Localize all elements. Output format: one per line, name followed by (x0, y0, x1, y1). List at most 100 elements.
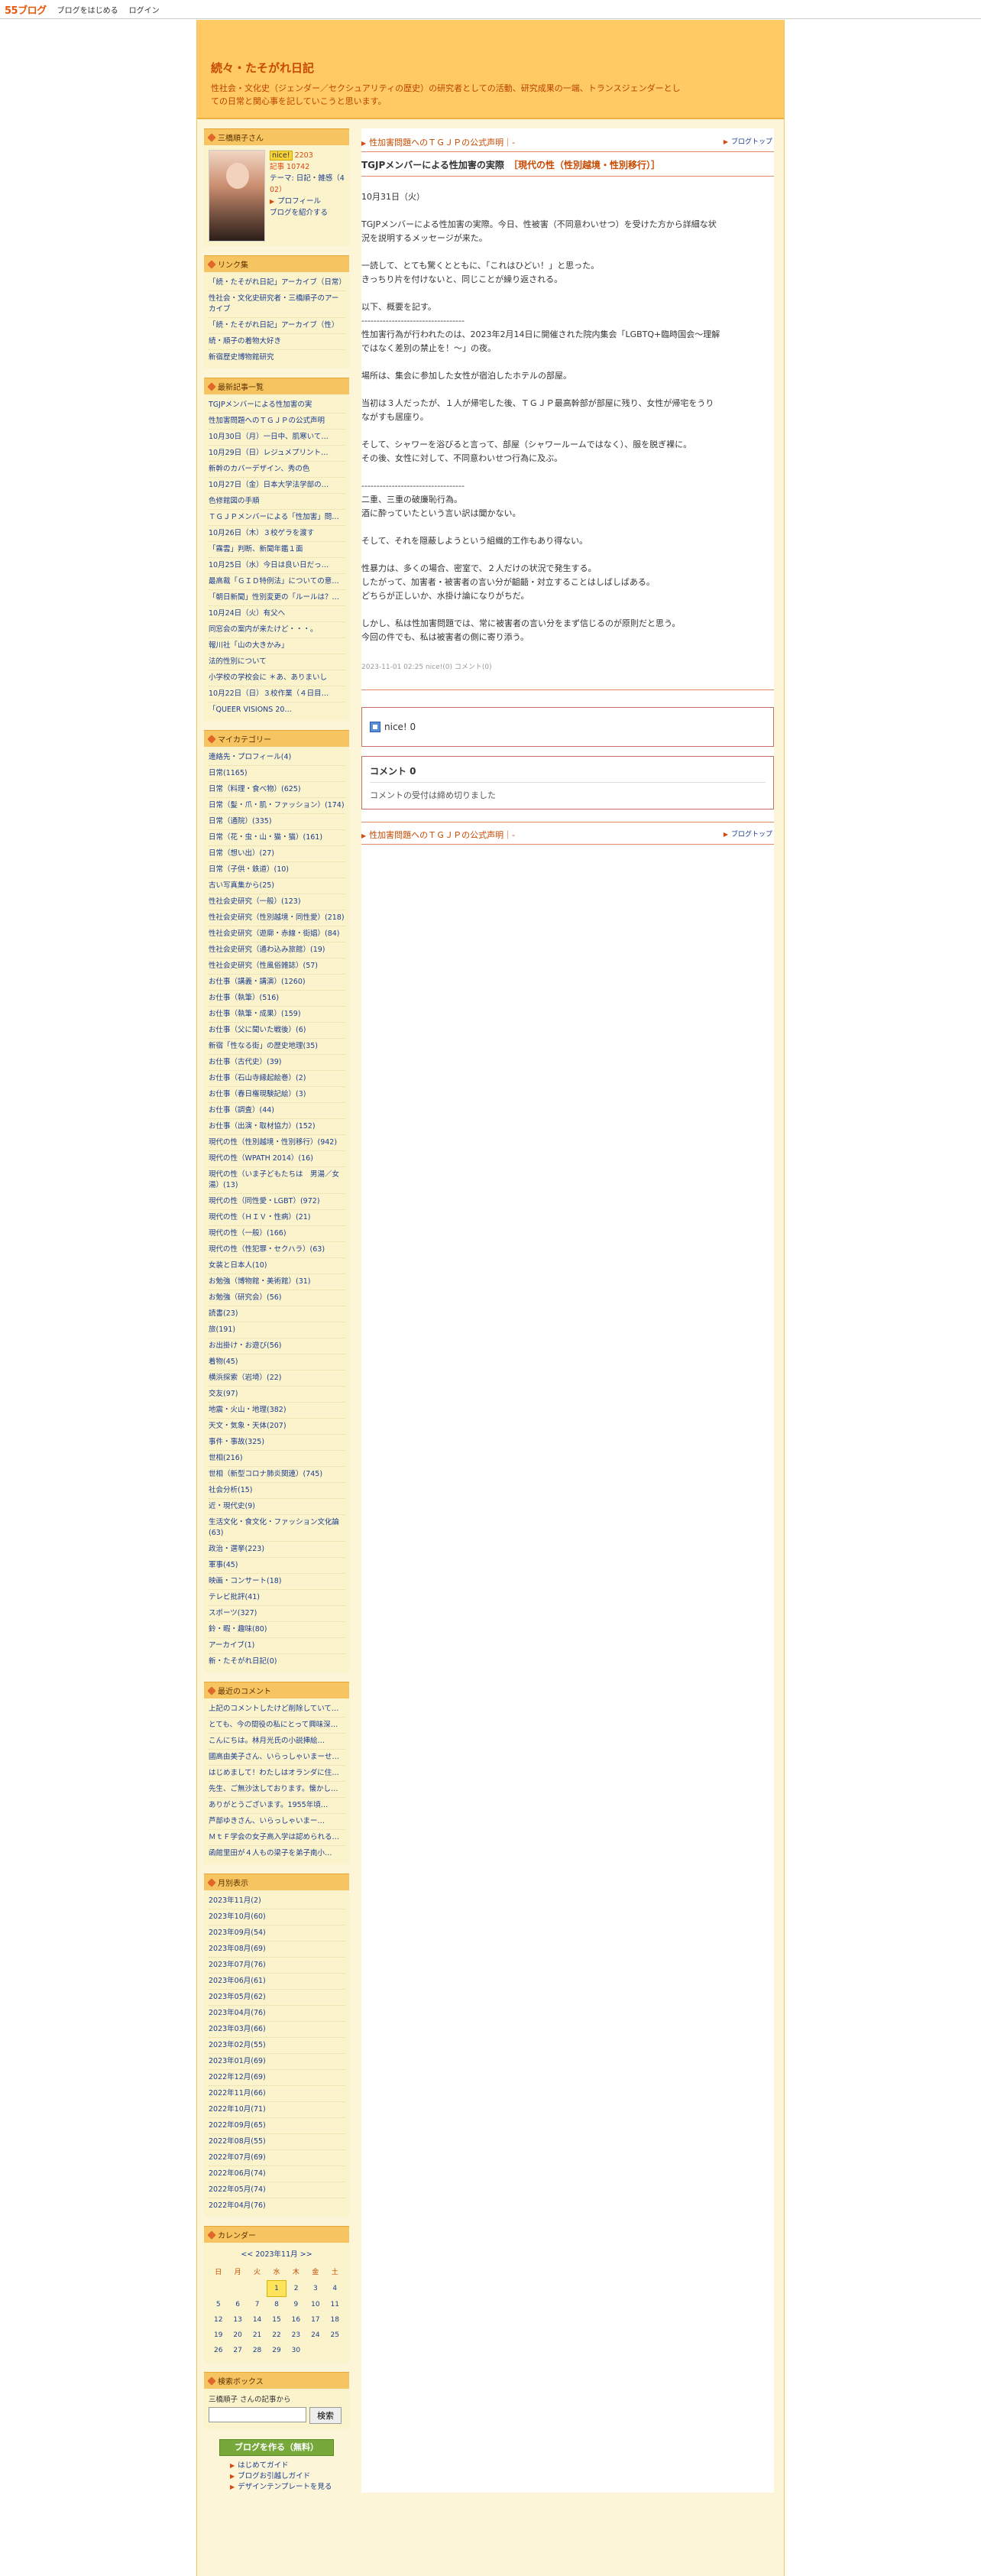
category-item[interactable]: テレビ批評(41) (209, 1590, 345, 1606)
category-item[interactable]: 近・現代史(9) (209, 1499, 345, 1515)
start-blog-link[interactable]: ブログをはじめる (57, 4, 118, 15)
comment-item[interactable]: ありがとうございます。1955年頃… (209, 1798, 345, 1814)
category-item[interactable]: お勉強（博物館・美術館）(31) (209, 1274, 345, 1290)
calendar-nav[interactable]: << 2023年11月 >> (209, 2246, 345, 2263)
comment-item[interactable]: はじめまして！わたしはオランダに住… (209, 1766, 345, 1782)
calendar-day[interactable]: 9 (287, 2297, 306, 2313)
category-item[interactable]: 天文・気象・天体(207) (209, 1419, 345, 1435)
archive-item[interactable]: 2022年07月(69) (209, 2150, 345, 2166)
category-item[interactable]: 現代の性（同性愛・LGBT）(972) (209, 1194, 345, 1210)
archive-item[interactable]: 2023年07月(76) (209, 1958, 345, 1974)
calendar-day[interactable]: 6 (228, 2297, 247, 2313)
calendar-day[interactable]: 20 (228, 2328, 247, 2343)
archive-item[interactable]: 2022年08月(55) (209, 2134, 345, 2150)
comment-item[interactable]: 先生、ご無沙汰しております。懐かし… (209, 1782, 345, 1798)
introduce-blog-link[interactable]: ブログを紹介する (270, 207, 345, 219)
category-item[interactable]: お仕事（出演・取材協力）(152) (209, 1119, 345, 1135)
prev-entry-link[interactable]: ▶ 性加害問題へのＴＧＪＰの公式声明｜- (361, 136, 515, 148)
search-button[interactable]: 検索 (309, 2407, 342, 2424)
entry-category[interactable]: ［現代の性（性別越境・性別移行）］ (509, 160, 660, 170)
category-item[interactable]: 現代の性（性犯罪・セクハラ）(63) (209, 1242, 345, 1258)
category-item[interactable]: 横浜探索（岩埼）(22) (209, 1371, 345, 1387)
calendar-day[interactable]: 3 (306, 2281, 325, 2297)
search-input[interactable] (209, 2407, 306, 2422)
category-item[interactable]: 性社会史研究（遊廓・赤線・街娼）(84) (209, 926, 345, 942)
category-item[interactable]: お出掛け・お遊び(56) (209, 1338, 345, 1355)
comment-item[interactable]: こんにちは。林月光氏の小説挿絵… (209, 1734, 345, 1750)
category-item[interactable]: 現代の性（性別越境・性別移行）(942) (209, 1135, 345, 1151)
recent-post-item[interactable]: 色修館図の手順 (209, 494, 345, 510)
recent-post-item[interactable]: 10月25日（水）今日は良い日だっ… (209, 558, 345, 574)
category-item[interactable]: 現代の性（一般）(166) (209, 1226, 345, 1242)
recent-post-item[interactable]: 10月30日（月）一日中、肌寒いて… (209, 430, 345, 446)
calendar-day[interactable]: 4 (325, 2281, 345, 2297)
calendar-day[interactable]: 5 (209, 2297, 228, 2313)
category-item[interactable]: 日常（通院）(335) (209, 814, 345, 830)
recent-post-item[interactable]: 新幹のカバーデザイン、秀の色 (209, 462, 345, 478)
recent-post-item[interactable]: 10月29日（日）レジュメプリント… (209, 446, 345, 462)
category-item[interactable]: 地震・火山・地理(382) (209, 1403, 345, 1419)
comment-item[interactable]: ＭｔＦ学会の女子高入学は認められる… (209, 1830, 345, 1846)
category-item[interactable]: 現代の性（ＨＩＶ・性病）(21) (209, 1210, 345, 1226)
category-item[interactable]: お仕事（調査）(44) (209, 1103, 345, 1119)
recent-post-item[interactable]: 最高裁「ＧＩＤ特例法」についての意… (209, 574, 345, 590)
prev-entry-link-bottom[interactable]: ▶ 性加害問題へのＴＧＪＰの公式声明｜- (361, 829, 515, 841)
category-item[interactable]: 新宿「性なる街」の歴史地理(35) (209, 1039, 345, 1055)
category-item[interactable]: 現代の性（いま子どもたちは 男湯／女湯）(13) (209, 1167, 345, 1194)
category-item[interactable]: 性社会史研究（性風俗雑誌）(57) (209, 959, 345, 975)
calendar-day[interactable]: 30 (287, 2343, 306, 2358)
blog-title[interactable]: 続々・たそがれ日記 (211, 60, 770, 76)
recent-post-item[interactable]: 性加害問題へのＴＧＪＰの公式声明 (209, 414, 345, 430)
calendar-day[interactable]: 1 (266, 2280, 287, 2297)
category-item[interactable]: 事件・事故(325) (209, 1435, 345, 1451)
category-item[interactable]: お仕事（執筆・成果）(159) (209, 1007, 345, 1023)
category-item[interactable]: 生活文化・食文化・ファッション文化論(63) (209, 1515, 345, 1542)
calendar-day[interactable]: 11 (325, 2297, 345, 2313)
archive-item[interactable]: 2022年06月(74) (209, 2166, 345, 2182)
category-item[interactable]: お仕事（執筆）(516) (209, 991, 345, 1007)
archive-item[interactable]: 2022年04月(76) (209, 2198, 345, 2214)
recent-post-item[interactable]: ＴＧＪＰメンバーによる「性加害」問… (209, 510, 345, 526)
category-item[interactable]: 現代の性（WPATH 2014）(16) (209, 1151, 345, 1167)
comment-item[interactable]: とても、今の間役の私にとって興味深… (209, 1718, 345, 1734)
category-item[interactable]: 日常（想い出）(27) (209, 846, 345, 862)
theme-link[interactable]: テーマ: 日記・雑感（4 (270, 173, 345, 184)
calendar-day[interactable]: 23 (287, 2328, 306, 2343)
calendar-day[interactable]: 21 (248, 2328, 267, 2343)
category-item[interactable]: 社会分析(15) (209, 1483, 345, 1499)
category-item[interactable]: 性社会史研究（一般）(123) (209, 894, 345, 910)
recent-post-item[interactable]: 10月27日（金）日本大学法学部の… (209, 478, 345, 494)
archive-item[interactable]: 2023年02月(55) (209, 2038, 345, 2054)
create-blog-button[interactable]: ブログを作る（無料） (219, 2439, 334, 2456)
link-item[interactable]: 続・順子の着物大好き (209, 334, 345, 350)
recent-post-item[interactable]: 報川社「山の大きかみ」 (209, 638, 345, 654)
archive-item[interactable]: 2022年05月(74) (209, 2182, 345, 2198)
archive-item[interactable]: 2022年10月(71) (209, 2102, 345, 2118)
archive-item[interactable]: 2022年12月(69) (209, 2070, 345, 2086)
site-logo[interactable]: 55ブログ (5, 2, 47, 17)
avatar[interactable] (209, 150, 265, 242)
calendar-day[interactable]: 16 (287, 2312, 306, 2328)
link-item[interactable]: 性社会・文化史研究者・三橋順子のアーカイブ (209, 291, 345, 318)
recent-post-item[interactable]: TGJPメンバーによる性加害の実 (209, 397, 345, 414)
category-item[interactable]: お仕事（講義・講演）(1260) (209, 975, 345, 991)
category-item[interactable]: 日常（料理・食べ物）(625) (209, 782, 345, 798)
archive-item[interactable]: 2023年04月(76) (209, 2006, 345, 2022)
calendar-day[interactable]: 25 (325, 2328, 345, 2343)
calendar-day[interactable]: 17 (306, 2312, 325, 2328)
calendar-day[interactable]: 27 (228, 2343, 247, 2358)
category-item[interactable]: 交友(97) (209, 1387, 345, 1403)
category-item[interactable]: 読書(23) (209, 1306, 345, 1322)
blog-top-link-bottom[interactable]: ▶ ブログトップ (724, 829, 772, 841)
category-item[interactable]: 旅(191) (209, 1322, 345, 1338)
category-item[interactable]: 軍事(45) (209, 1558, 345, 1574)
archive-item[interactable]: 2023年05月(62) (209, 1990, 345, 2006)
archive-item[interactable]: 2022年11月(66) (209, 2086, 345, 2102)
profile-link[interactable]: ▶ プロフィール (270, 196, 345, 207)
category-item[interactable]: 世相（新型コロナ肺炎関連）(745) (209, 1467, 345, 1483)
recent-post-item[interactable]: 10月26日（木）３校ゲラを渡す (209, 526, 345, 542)
calendar-day[interactable]: 7 (248, 2297, 267, 2313)
calendar-day[interactable]: 22 (267, 2328, 286, 2343)
recent-post-item[interactable]: 「霧雲」判断、新聞年鑑１面 (209, 542, 345, 558)
calendar-day[interactable]: 19 (209, 2328, 228, 2343)
